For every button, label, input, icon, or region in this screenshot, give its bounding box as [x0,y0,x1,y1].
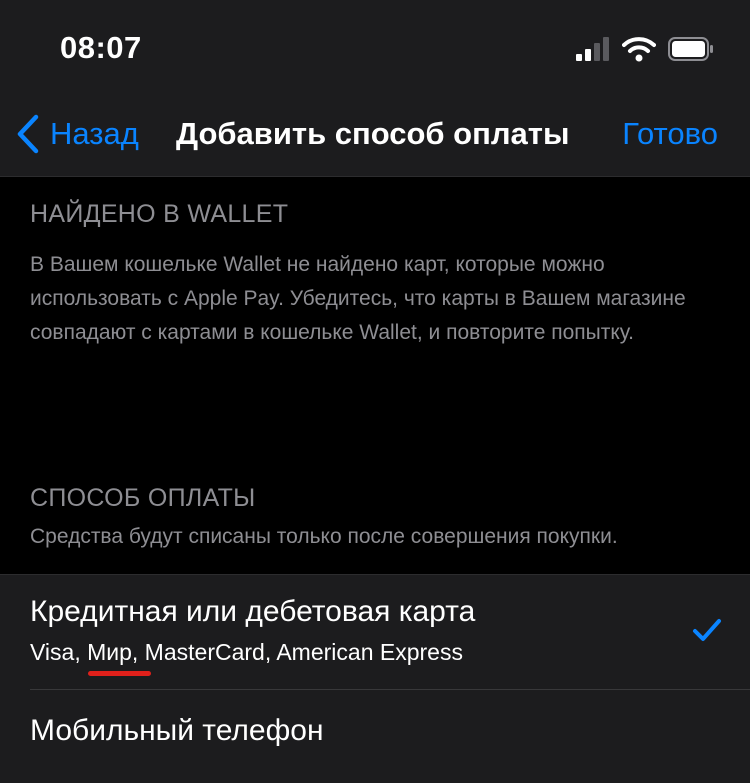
chevron-left-icon [17,114,39,154]
payment-option-card-title: Кредитная или дебетовая карта [30,595,476,628]
status-time: 08:07 [60,30,142,65]
cellular-signal-icon [576,37,609,61]
payment-option-mobile-title: Мобильный телефон [30,714,324,747]
done-button[interactable]: Готово [622,116,718,152]
wifi-icon [622,37,656,62]
payment-option-mobile[interactable]: Мобильный телефон [0,690,750,783]
payment-options-list: Кредитная или дебетовая карта Visa, Мир,… [0,574,750,783]
navigation-bar: Назад Добавить способ оплаты Готово [0,92,750,177]
status-icons [576,34,714,64]
payment-option-card-subtitle: Visa, Мир, MasterCard, American Express [30,639,463,665]
back-button[interactable]: Назад [16,110,139,158]
payment-section-header: СПОСОБ ОПЛАТЫ [30,484,256,512]
checkmark-icon [693,619,721,641]
back-label: Назад [50,116,139,151]
annotation-underline [88,671,151,676]
payment-section-footer: Средства будут списаны только после сове… [30,525,618,548]
battery-icon [668,37,713,61]
wallet-section-footer: В Вашем кошельке Wallet не найдено карт,… [30,253,686,344]
status-bar: 08:07 [0,0,750,92]
payment-option-card[interactable]: Кредитная или дебетовая карта Visa, Мир,… [0,575,750,690]
page-title: Добавить способ оплаты [176,116,570,151]
wallet-section-header: НАЙДЕНО В WALLET [30,200,289,228]
